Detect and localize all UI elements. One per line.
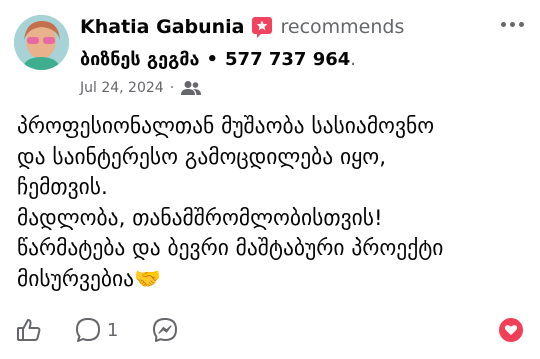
recommended-page: ბიზნეს გეგმა • 577 737 964 . [80,45,356,73]
messenger-icon [153,318,177,342]
meta-separator: · [169,80,175,96]
post-text-line: და საინტერესო გამოცდილება იყო, [17,144,387,170]
comment-count: 1 [107,319,119,341]
recommends-label: recommends [280,16,405,38]
post-text-line: წარმატება და ბევრი მაშტაბური პროექტი [17,236,444,261]
post-meta: Jul 24, 2024 · [80,78,202,98]
trailing-period: . [350,48,357,70]
post-body: პროფესიონალთან მუშაობა სასიამოვნო და საი… [17,112,527,295]
author-name[interactable]: Khatia Gabunia [80,16,245,38]
recommend-icon [251,16,273,38]
like-button[interactable] [15,316,43,344]
separator-dot: • [206,48,219,70]
post-text-line: ჩემთვის. [17,175,108,200]
page-phone[interactable]: 577 737 964 [225,49,350,70]
post-date[interactable]: Jul 24, 2024 [80,80,164,96]
comment-button[interactable]: 1 [74,316,118,344]
post-header: Khatia Gabunia recommends [80,13,404,41]
page-name[interactable]: ბიზნეს გეგმა [80,49,200,70]
friends-icon [180,80,202,96]
post-text-line: მადლობა, თანამშრომლობისთვის! [17,205,383,231]
author-avatar[interactable] [14,15,69,70]
heart-icon[interactable] [499,318,523,342]
comment-bubble-icon [76,318,100,342]
action-bar: 1 [0,312,540,348]
post-text-line: მისურვებია🤝 [17,266,161,292]
thumbs-up-icon [17,319,41,341]
send-messenger-button[interactable] [151,316,179,344]
more-options-icon[interactable] [501,22,524,27]
post-text-line: პროფესიონალთან მუშაობა სასიამოვნო [17,114,435,139]
